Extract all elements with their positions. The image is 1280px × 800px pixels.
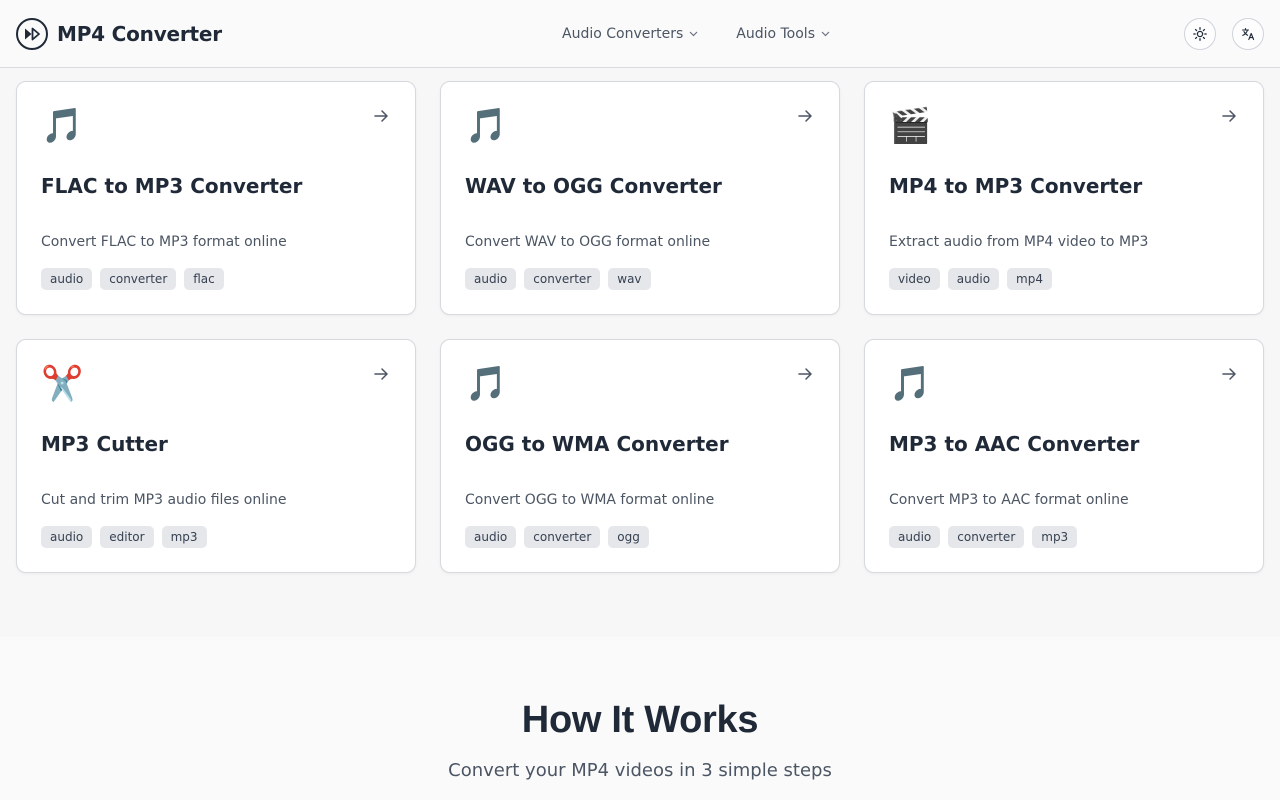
tag-list: audio converter ogg: [465, 526, 649, 548]
card-description: Extract audio from MP4 video to MP3: [889, 234, 1149, 250]
tool-card-ogg-to-wma[interactable]: 🎵 OGG to WMA Converter Convert OGG to WM…: [440, 339, 840, 573]
music-note-icon: 🎵: [41, 106, 84, 146]
arrow-right-icon[interactable]: [1219, 106, 1239, 126]
card-title: WAV to OGG Converter: [465, 174, 722, 198]
tag: audio: [889, 526, 941, 548]
clapperboard-icon: 🎬: [889, 106, 932, 146]
how-it-works-section: How It Works Convert your MP4 videos in …: [0, 637, 1280, 800]
card-description: Cut and trim MP3 audio files online: [41, 492, 287, 508]
arrow-right-icon[interactable]: [371, 106, 391, 126]
tool-card-mp3-cutter[interactable]: ✂️ MP3 Cutter Cut and trim MP3 audio fil…: [16, 339, 416, 573]
arrow-right-icon[interactable]: [371, 364, 391, 384]
nav-audio-tools[interactable]: Audio Tools: [736, 26, 830, 42]
brand-name: MP4 Converter: [57, 22, 222, 46]
tag: mp3: [1032, 526, 1078, 548]
tag: audio: [947, 268, 1000, 290]
brand-home-link[interactable]: MP4 Converter: [16, 18, 222, 50]
tool-card-flac-to-mp3[interactable]: 🎵 FLAC to MP3 Converter Convert FLAC to …: [16, 81, 416, 315]
nav-label: Audio Converters: [562, 26, 684, 42]
card-title: FLAC to MP3 Converter: [41, 174, 303, 198]
section-title: How It Works: [521, 699, 759, 741]
tag: converter: [948, 526, 1025, 548]
arrow-right-icon[interactable]: [1219, 364, 1239, 384]
tag: wav: [608, 268, 651, 290]
section-subtitle: Convert your MP4 videos in 3 simple step…: [448, 760, 832, 781]
tag-list: audio editor mp3: [41, 526, 207, 548]
tag-list: video audio mp4: [889, 268, 1052, 290]
tag: audio: [41, 526, 93, 548]
tag: converter: [524, 268, 601, 290]
nav-audio-converters[interactable]: Audio Converters: [562, 26, 698, 42]
card-description: Convert OGG to WMA format online: [465, 492, 715, 508]
tag: converter: [524, 526, 601, 548]
theme-toggle-button[interactable]: [1184, 18, 1216, 50]
tool-card-mp3-to-aac[interactable]: 🎵 MP3 to AAC Converter Convert MP3 to AA…: [864, 339, 1264, 573]
tool-card-wav-to-ogg[interactable]: 🎵 WAV to OGG Converter Convert WAV to OG…: [440, 81, 840, 315]
site-header: MP4 Converter Audio Converters Audio Too…: [0, 0, 1280, 68]
card-title: MP3 Cutter: [41, 432, 168, 456]
chevron-down-icon: [821, 31, 830, 37]
tag: mp3: [161, 526, 207, 548]
card-description: Convert FLAC to MP3 format online: [41, 234, 287, 250]
scissors-icon: ✂️: [41, 364, 84, 404]
music-note-icon: 🎵: [465, 364, 508, 404]
card-title: OGG to WMA Converter: [465, 432, 729, 456]
main-nav: Audio Converters Audio Tools: [562, 24, 830, 44]
card-title: MP4 to MP3 Converter: [889, 174, 1143, 198]
card-description: Convert MP3 to AAC format online: [889, 492, 1129, 508]
tag: audio: [41, 268, 93, 290]
tag: flac: [184, 268, 224, 290]
arrow-right-icon[interactable]: [795, 106, 815, 126]
tag: converter: [100, 268, 177, 290]
tag: mp4: [1007, 268, 1052, 290]
tool-card-mp4-to-mp3[interactable]: 🎬 MP4 to MP3 Converter Extract audio fro…: [864, 81, 1264, 315]
tag: editor: [100, 526, 154, 548]
tag-list: audio converter flac: [41, 268, 224, 290]
sun-icon: [1193, 27, 1207, 41]
card-title: MP3 to AAC Converter: [889, 432, 1140, 456]
language-button[interactable]: [1232, 18, 1264, 50]
card-description: Convert WAV to OGG format online: [465, 234, 711, 250]
tag: audio: [465, 268, 517, 290]
music-note-icon: 🎵: [465, 106, 508, 146]
tag: ogg: [608, 526, 649, 548]
tag: video: [889, 268, 940, 290]
translate-icon: [1241, 27, 1255, 41]
tag: audio: [465, 526, 517, 548]
chevron-down-icon: [689, 31, 698, 37]
nav-label: Audio Tools: [736, 26, 815, 42]
tag-list: audio converter mp3: [889, 526, 1078, 548]
music-note-icon: 🎵: [889, 364, 932, 404]
tag-list: audio converter wav: [465, 268, 651, 290]
play-circle-icon: [16, 18, 48, 50]
arrow-right-icon[interactable]: [795, 364, 815, 384]
